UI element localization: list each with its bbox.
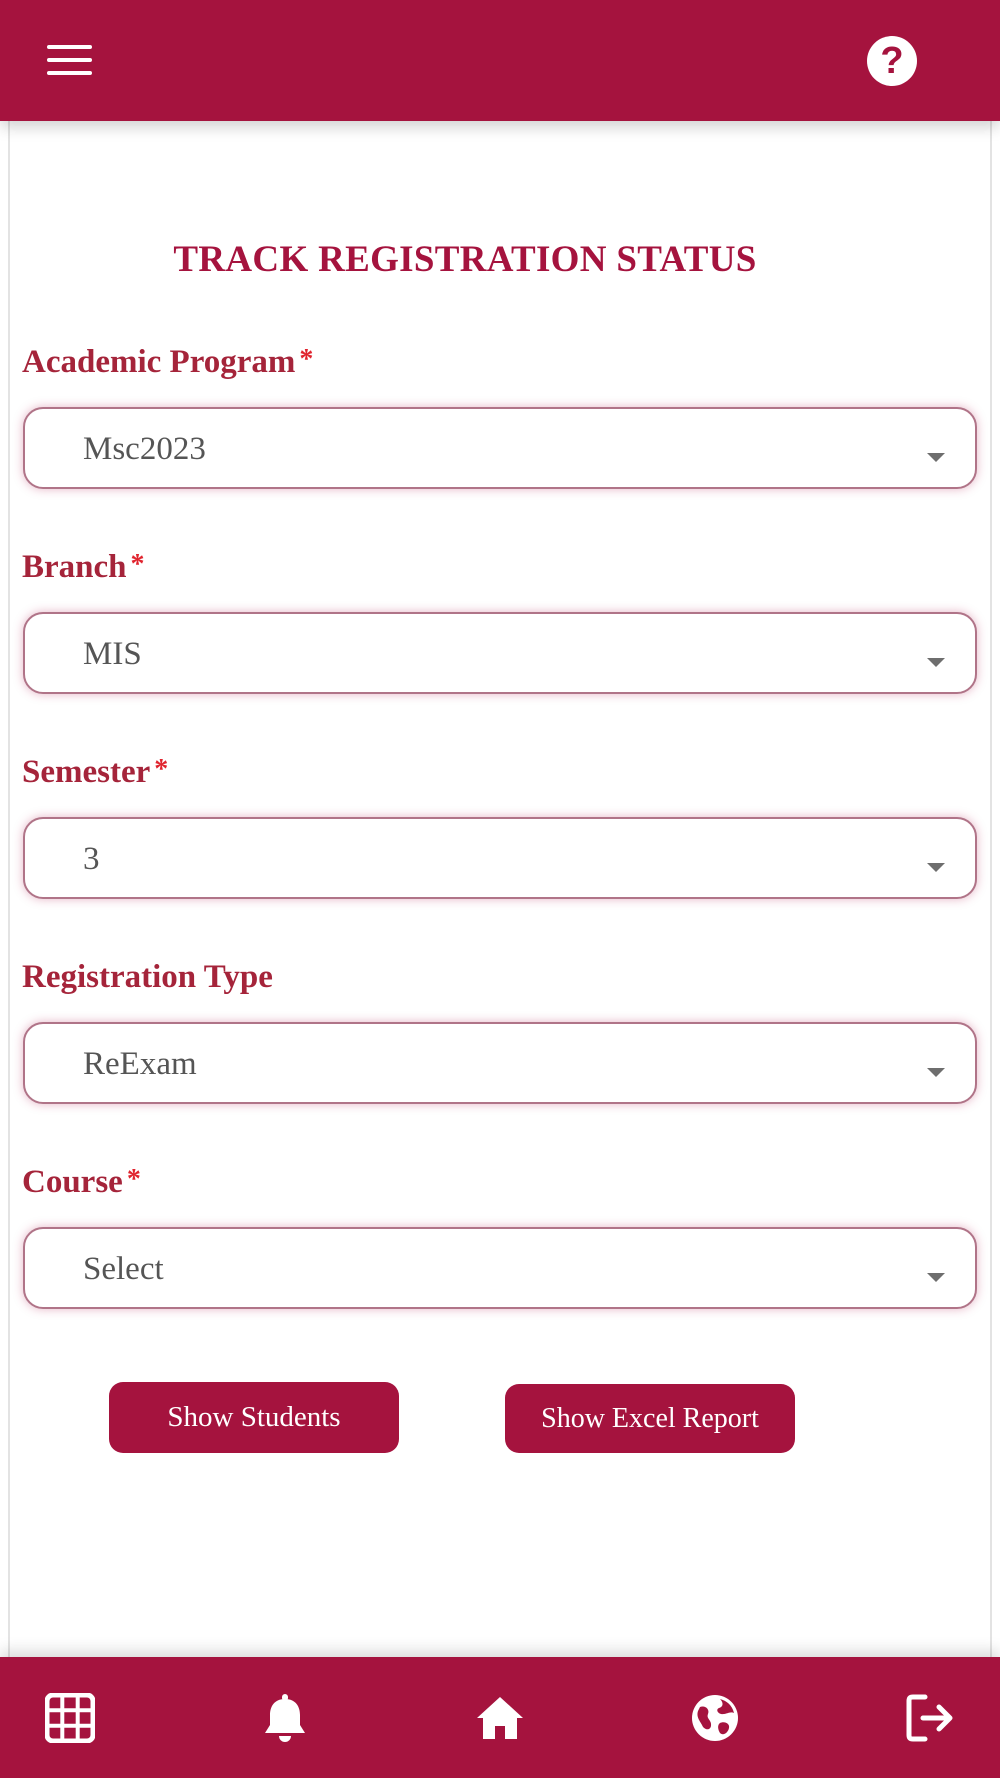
branch-label: Branch * bbox=[22, 549, 145, 586]
registration-type-value: ReExam bbox=[83, 1046, 197, 1082]
semester-label-text: Semester bbox=[22, 754, 151, 790]
registration-type-label: Registration Type bbox=[22, 959, 273, 996]
academic-program-label-text: Academic Program bbox=[22, 344, 296, 380]
home-icon[interactable] bbox=[475, 1693, 525, 1743]
course-label-text: Course bbox=[22, 1164, 123, 1200]
globe-icon[interactable] bbox=[690, 1693, 740, 1743]
logout-icon[interactable] bbox=[905, 1693, 955, 1743]
dropdown-caret-icon bbox=[927, 453, 945, 462]
dropdown-caret-icon bbox=[927, 658, 945, 667]
academic-program-select[interactable]: Msc2023 bbox=[23, 407, 977, 489]
required-marker: * bbox=[299, 344, 314, 375]
branch-select[interactable]: MIS bbox=[23, 612, 977, 694]
required-marker: * bbox=[154, 754, 169, 785]
registration-type-select[interactable]: ReExam bbox=[23, 1022, 977, 1104]
bell-icon[interactable] bbox=[260, 1693, 310, 1743]
course-label: Course * bbox=[22, 1164, 141, 1201]
dropdown-caret-icon bbox=[927, 1273, 945, 1282]
academic-program-label: Academic Program * bbox=[22, 344, 313, 381]
semester-select[interactable]: 3 bbox=[23, 817, 977, 899]
show-excel-report-button[interactable]: Show Excel Report bbox=[505, 1384, 795, 1453]
required-marker: * bbox=[130, 549, 145, 580]
dropdown-caret-icon bbox=[927, 863, 945, 872]
semester-value: 3 bbox=[83, 841, 100, 877]
top-app-bar: ? bbox=[0, 0, 1000, 121]
course-select[interactable]: Select bbox=[23, 1227, 977, 1309]
page-title: TRACK REGISTRATION STATUS bbox=[173, 239, 757, 280]
branch-value: MIS bbox=[83, 636, 142, 672]
help-question-icon[interactable]: ? bbox=[867, 36, 917, 86]
registration-type-label-text: Registration Type bbox=[22, 959, 273, 995]
bottom-nav-bar bbox=[0, 1657, 1000, 1778]
branch-label-text: Branch bbox=[22, 549, 127, 585]
course-value: Select bbox=[83, 1251, 164, 1287]
grid-icon[interactable] bbox=[45, 1693, 95, 1743]
hamburger-menu-icon[interactable] bbox=[47, 45, 92, 77]
show-students-button[interactable]: Show Students bbox=[109, 1382, 399, 1453]
academic-program-value: Msc2023 bbox=[83, 431, 206, 467]
semester-label: Semester * bbox=[22, 754, 168, 791]
required-marker: * bbox=[126, 1164, 141, 1195]
dropdown-caret-icon bbox=[927, 1068, 945, 1077]
